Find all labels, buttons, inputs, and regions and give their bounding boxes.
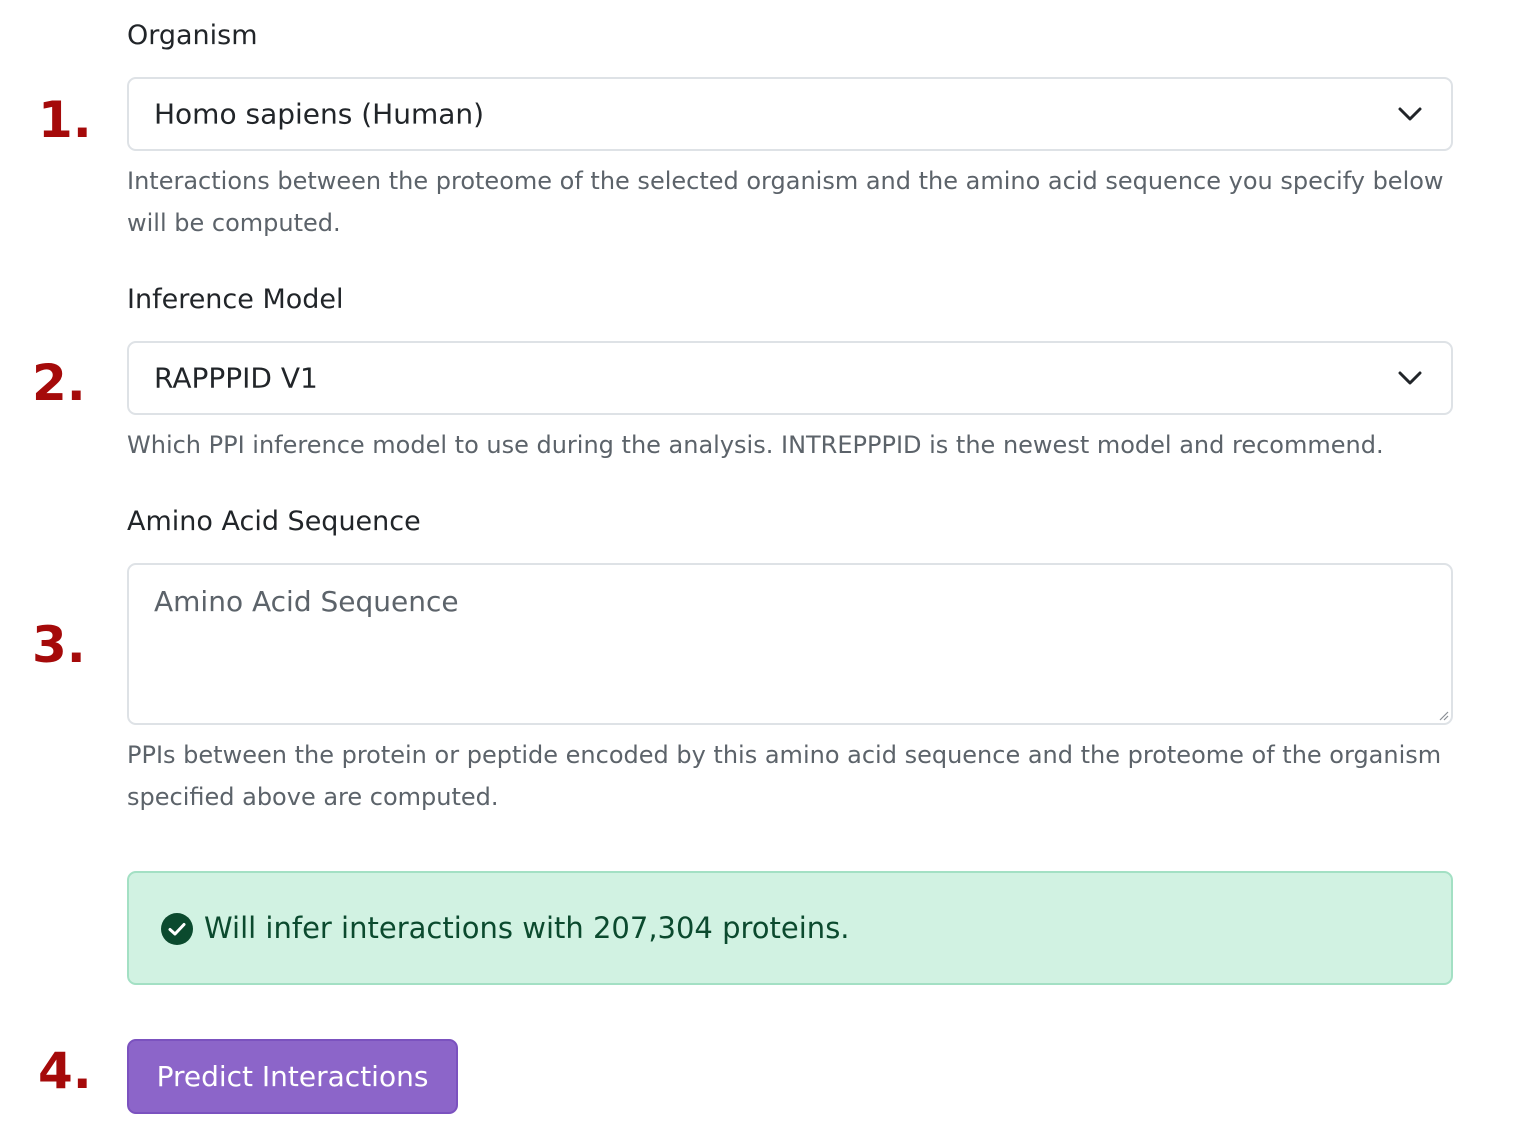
model-select-value: RAPPPID V1: [154, 361, 318, 395]
sequence-help-text: PPIs between the protein or peptide enco…: [127, 741, 1442, 811]
step-number-2: 2.: [32, 354, 86, 412]
step-number-1: 1.: [38, 91, 92, 149]
alert-message: Will infer interactions with 207,304 pro…: [204, 911, 850, 945]
organism-select[interactable]: Homo sapiens (Human): [127, 77, 1453, 151]
protein-count-alert: Will infer interactions with 207,304 pro…: [127, 871, 1453, 985]
organism-label: Organism: [127, 20, 258, 51]
sequence-label: Amino Acid Sequence: [127, 506, 421, 537]
organism-select-value: Homo sapiens (Human): [154, 97, 485, 131]
step-number-3: 3.: [32, 616, 86, 674]
predict-interactions-button[interactable]: Predict Interactions: [127, 1039, 458, 1114]
model-label: Inference Model: [127, 284, 344, 315]
organism-help-text: Interactions between the proteome of the…: [127, 167, 1444, 237]
sequence-placeholder: Amino Acid Sequence: [154, 585, 459, 618]
chevron-down-icon: [1398, 371, 1422, 385]
model-select[interactable]: RAPPPID V1: [127, 341, 1453, 415]
resize-handle-icon[interactable]: [1437, 709, 1449, 721]
model-help-text: Which PPI inference model to use during …: [127, 431, 1384, 459]
sequence-textarea[interactable]: Amino Acid Sequence: [127, 563, 1453, 725]
check-circle-icon: [161, 913, 193, 945]
chevron-down-icon: [1398, 107, 1422, 121]
step-number-4: 4.: [38, 1042, 92, 1100]
